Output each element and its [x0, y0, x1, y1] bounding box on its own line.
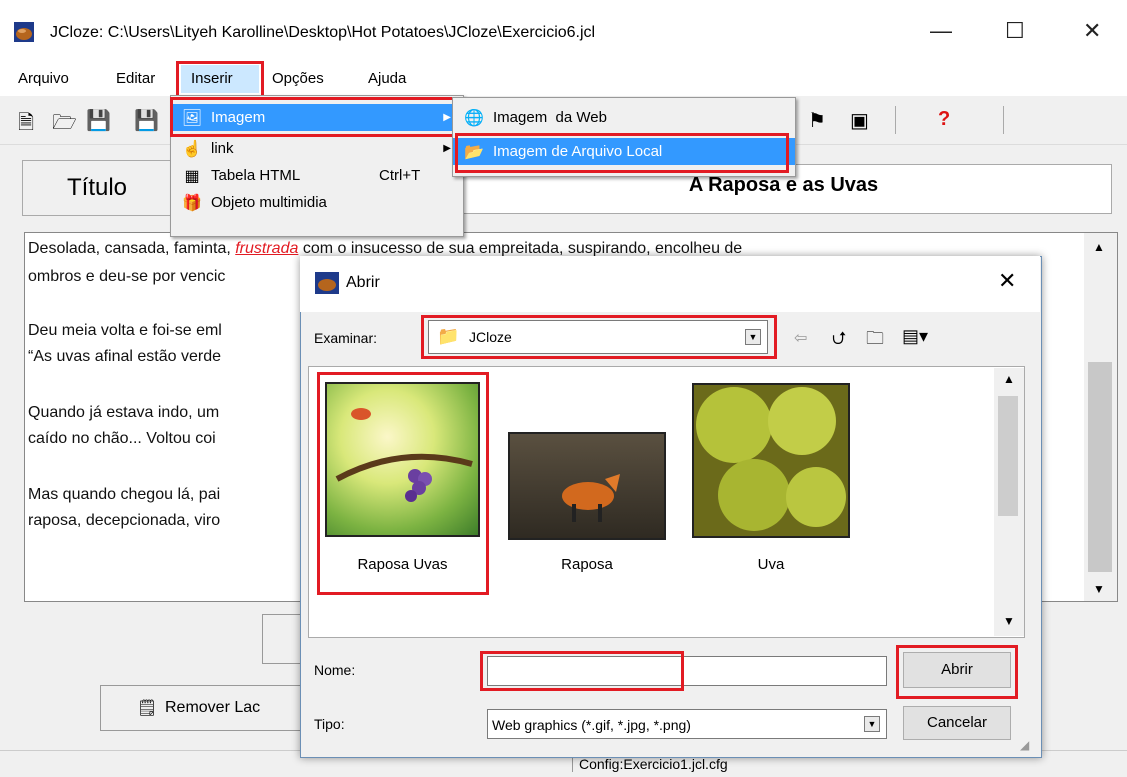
- table-grid-icon: ▦: [184, 167, 200, 185]
- save-icon[interactable]: 💾: [86, 108, 111, 133]
- remove-gap-label: Remover Lac: [165, 699, 261, 716]
- menu-bar: [0, 62, 1127, 96]
- file-thumbnail-raposa[interactable]: [508, 432, 666, 540]
- scroll-down-icon[interactable]: ▼: [1093, 582, 1105, 596]
- menu-item-label: Imagem da Web: [493, 109, 607, 126]
- submenu-arrow-icon: ▶: [443, 143, 451, 154]
- scroll-up-icon[interactable]: ▲: [1093, 240, 1105, 254]
- hot-potatoes-app-icon: [14, 22, 34, 42]
- menu-arquivo[interactable]: Arquivo: [18, 70, 69, 87]
- back-icon[interactable]: ⇦: [794, 328, 807, 348]
- highlight-box: [421, 315, 777, 359]
- dialog-close-button[interactable]: ✕: [998, 268, 1016, 294]
- tool-icon-1[interactable]: ⚑: [808, 108, 826, 133]
- file-name[interactable]: Uva: [692, 556, 850, 573]
- file-name[interactable]: Raposa: [508, 556, 666, 573]
- highlight-box: [317, 372, 489, 595]
- title-button[interactable]: Título: [22, 160, 172, 216]
- menu-item-link[interactable]: ☝ link ▶: [171, 135, 463, 162]
- view-menu-icon[interactable]: ▤▾: [902, 326, 928, 347]
- menu-item-label: Tabela HTML: [211, 167, 301, 184]
- highlight-box: [455, 133, 789, 173]
- chevron-down-icon[interactable]: ▼: [864, 716, 880, 732]
- file-name-label: Nome:: [314, 662, 356, 678]
- text-line: Quando já estava indo, um: [28, 404, 220, 421]
- gift-icon: 🎁: [182, 194, 202, 212]
- toolbar-separator: [1003, 106, 1004, 134]
- cancel-button[interactable]: Cancelar: [903, 706, 1011, 740]
- text-line: ombros e deu-se por vencic: [28, 268, 226, 285]
- menu-item-tabela-html[interactable]: ▦ Tabela HTML Ctrl+T: [171, 162, 463, 189]
- menu-ajuda[interactable]: Ajuda: [368, 70, 406, 87]
- gap-word[interactable]: frustrada: [235, 240, 298, 257]
- text-line: raposa, decepcionada, viro: [28, 512, 221, 529]
- menu-shortcut: Ctrl+T: [379, 167, 421, 184]
- text-line: Mas quando chegou lá, pai: [28, 486, 221, 503]
- minimize-button[interactable]: —: [930, 18, 952, 44]
- file-type-value: Web graphics (*.gif, *.jpg, *.png): [492, 717, 691, 733]
- save-as-icon[interactable]: 💾: [134, 108, 159, 133]
- tool-icon-2[interactable]: ▣: [850, 108, 869, 133]
- dialog-app-icon: [315, 272, 339, 294]
- maximize-button[interactable]: ☐: [1005, 18, 1025, 44]
- web-image-icon: 🌐: [464, 109, 484, 127]
- file-thumbnail-uva[interactable]: [692, 383, 850, 538]
- highlight-box: [176, 61, 264, 98]
- menu-item-label: Objeto multimidia: [211, 194, 327, 211]
- open-folder-icon[interactable]: 🗁: [52, 108, 77, 142]
- resize-grip-icon[interactable]: ◢: [1020, 738, 1029, 752]
- hand-pointer-icon: ☝: [182, 140, 202, 158]
- file-type-label: Tipo:: [314, 716, 345, 732]
- new-file-icon[interactable]: 🗎: [18, 108, 34, 142]
- new-folder-icon[interactable]: 🗀: [866, 326, 884, 356]
- menu-editar[interactable]: Editar: [116, 70, 155, 87]
- file-type-select[interactable]: Web graphics (*.gif, *.jpg, *.png) ▼: [487, 709, 887, 739]
- look-in-label: Examinar:: [314, 330, 378, 346]
- highlight-box: [896, 645, 1018, 699]
- scroll-down-icon[interactable]: ▼: [1003, 614, 1015, 628]
- text-line: “As uvas afinal estão verde: [28, 348, 221, 365]
- window-title: JCloze: C:\Users\Lityeh Karolline\Deskto…: [50, 24, 596, 41]
- toolbar-separator: [895, 106, 896, 134]
- help-icon[interactable]: ?: [938, 108, 950, 131]
- up-folder-icon[interactable]: ⮍: [832, 326, 846, 356]
- menu-item-objeto-multimidia[interactable]: 🎁 Objeto multimidia: [171, 189, 463, 216]
- dialog-titlebar: [300, 256, 1040, 312]
- scrollbar-thumb[interactable]: [998, 396, 1018, 516]
- highlight-box: [480, 651, 684, 691]
- dialog-title: Abrir: [346, 274, 380, 291]
- highlight-box: [170, 97, 458, 137]
- menu-opcoes[interactable]: Opções: [272, 70, 324, 87]
- scrollbar-thumb[interactable]: [1088, 362, 1112, 572]
- text-segment: Desolada, cansada, faminta,: [28, 240, 236, 257]
- text-line: caído no chão... Voltou coi: [28, 430, 216, 447]
- remove-gap-button[interactable]: 🗒 Remover Lac: [100, 685, 310, 731]
- menu-item-imagem-web[interactable]: 🌐 Imagem da Web: [453, 104, 795, 131]
- text-line: Deu meia volta e foi-se eml: [28, 322, 222, 339]
- text-segment: com o insucesso de sua empreitada, suspi…: [298, 240, 743, 257]
- status-config: Config:Exercicio1.jcl.cfg: [572, 756, 728, 772]
- scroll-up-icon[interactable]: ▲: [1003, 372, 1015, 386]
- remove-gap-icon: 🗒: [137, 700, 158, 717]
- menu-item-label: link: [211, 140, 234, 157]
- close-button[interactable]: ✕: [1083, 18, 1101, 44]
